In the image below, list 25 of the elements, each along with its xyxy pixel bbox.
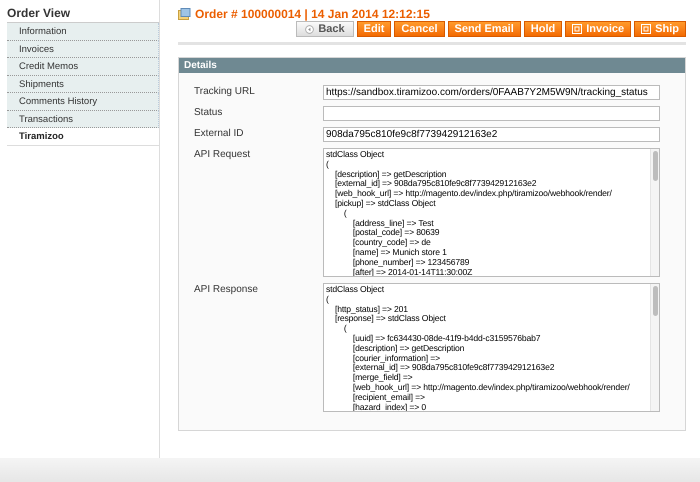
- document-icon: [572, 24, 582, 34]
- sidebar-item[interactable]: Comments History: [7, 93, 159, 110]
- field-label: External ID: [193, 127, 244, 141]
- field-label: API Response: [193, 283, 259, 297]
- field-label: Tracking URL: [193, 85, 256, 99]
- field-label: Status: [193, 106, 224, 120]
- text-area[interactable]: stdClass Object ( [http_status] => 201 [response] => stdClass Object ( [uuid] => fc634430-08de-41f9-b4dd-c3159576bab7 [description] => getDescription [courier_information] => [external_id] => 908da795c810fe9c8f773942912163e2 [merge_field] => [web_hook_url] => http://magento.dev/index.php/tiramizoo/webhook/render/ [recipient_email] => [hazard_index] => 0: [323, 283, 660, 412]
- text-field[interactable]: 908da795c810fe9c8f773942912163e2: [323, 127, 660, 142]
- back-button[interactable]: Back: [296, 21, 354, 37]
- text-area[interactable]: stdClass Object ( [description] => getDescription [external_id] => 908da795c810fe9c8f773942912163e2 [web_hook_url] => http://magento.dev/index.php/tiramizoo/webhook/render/ [pickup] => stdClass Object ( [address_line] => Test [postal_code] => 80639 [country_code] => de [name] => Munich store 1 [phone_number] => 123456789 [after] => 2014-01-14T11:30:00Z: [323, 148, 660, 277]
- document-icon: [641, 24, 652, 34]
- scrollbar[interactable]: [650, 149, 659, 276]
- sidebar-item[interactable]: Transactions: [7, 110, 159, 128]
- text-field[interactable]: [323, 106, 660, 121]
- sidebar-item[interactable]: Invoices: [7, 40, 159, 58]
- text-field[interactable]: https://sandbox.tiramizoo.com/orders/0FAAB7Y2M5W9N/tracking_status: [323, 85, 660, 100]
- order-icon: [178, 8, 191, 20]
- sidebar-item[interactable]: Information: [7, 23, 159, 40]
- sidebar-item[interactable]: Credit Memos: [7, 58, 159, 76]
- sidebar-item[interactable]: Shipments: [7, 76, 159, 93]
- scrollbar[interactable]: [650, 284, 659, 411]
- section-header: Details: [179, 58, 685, 73]
- order-title: Order # 100000014 | 14 Jan 2014 12:12:15: [195, 6, 430, 23]
- sidebar-title: Order View: [7, 5, 72, 22]
- field-label: API Request: [193, 148, 252, 162]
